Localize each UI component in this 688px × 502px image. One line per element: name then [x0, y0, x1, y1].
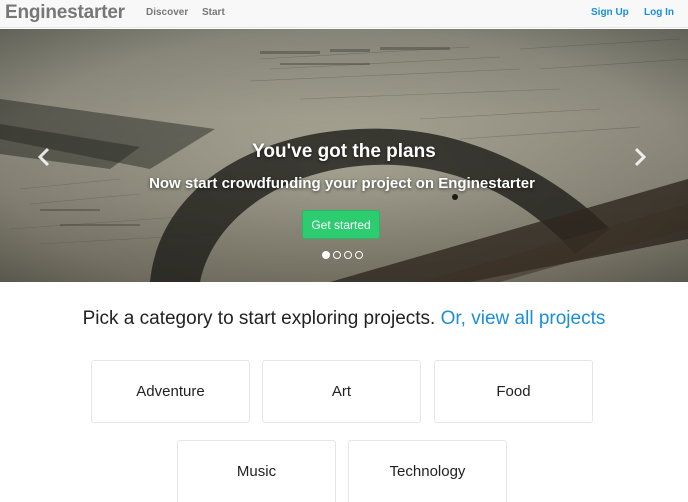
category-card-music[interactable]: Music — [177, 440, 336, 502]
hero-subtitle: Now start crowdfunding your project on E… — [149, 175, 535, 192]
category-heading: Pick a category to start exploring proje… — [0, 308, 688, 330]
nav-link-discover[interactable]: Discover — [146, 7, 188, 18]
log-in-link[interactable]: Log In — [644, 7, 674, 18]
carousel-dot-3[interactable] — [344, 251, 352, 259]
category-card-adventure[interactable]: Adventure — [91, 360, 250, 423]
navbar: Enginestarter Discover Start Sign Up Log… — [0, 0, 688, 28]
category-heading-text: Pick a category to start exploring proje… — [82, 308, 436, 329]
brand-logo[interactable]: Enginestarter — [5, 2, 125, 24]
nav-link-start[interactable]: Start — [202, 7, 225, 18]
category-card-technology[interactable]: Technology — [348, 440, 507, 502]
view-all-projects-link[interactable]: Or, view all projects — [441, 308, 606, 329]
sign-up-link[interactable]: Sign Up — [591, 7, 629, 18]
category-card-food[interactable]: Food — [434, 360, 593, 423]
hero-carousel: You've got the plans Now start crowdfund… — [0, 29, 688, 282]
carousel-indicators — [322, 251, 363, 261]
carousel-dot-2[interactable] — [333, 251, 341, 259]
carousel-dot-1[interactable] — [322, 251, 330, 259]
category-card-art[interactable]: Art — [262, 360, 421, 423]
get-started-button[interactable]: Get started — [302, 210, 380, 239]
carousel-dot-4[interactable] — [355, 251, 363, 259]
hero-title: You've got the plans — [252, 141, 436, 162]
